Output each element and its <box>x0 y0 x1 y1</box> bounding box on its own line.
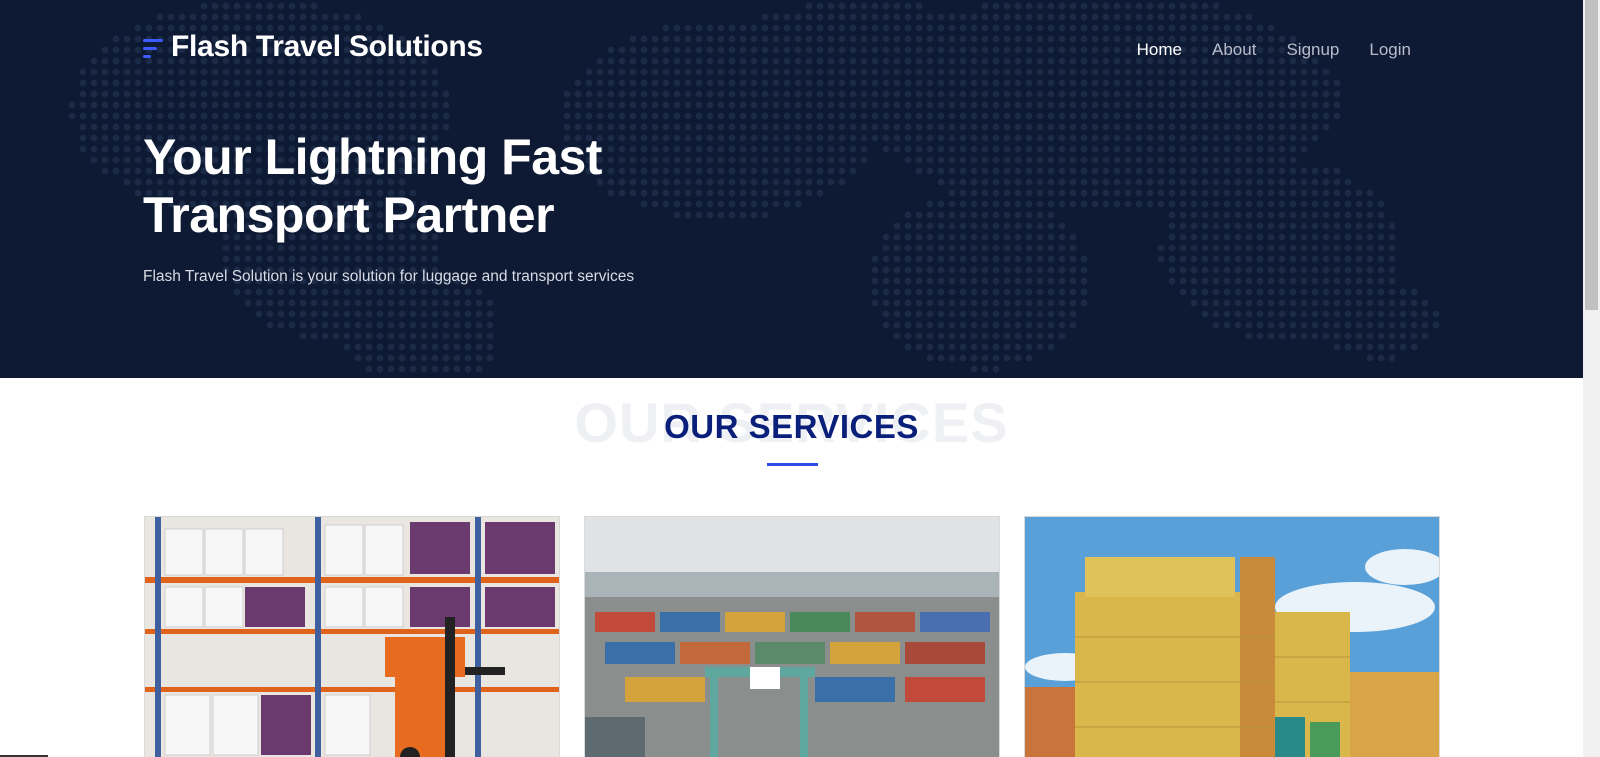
warehouse-forklift-image <box>145 517 559 757</box>
page-scrollbar[interactable] <box>1583 0 1600 757</box>
services-section: OUR SERVICES OUR SERVICES <box>0 378 1583 757</box>
service-card-port[interactable] <box>584 516 1000 757</box>
container-port-image <box>585 517 999 757</box>
hero-subtitle: Flash Travel Solution is your solution f… <box>143 268 635 285</box>
menu-lines-icon <box>143 33 165 61</box>
nav-signup-link[interactable]: Signup <box>1286 40 1339 60</box>
scrollbar-thumb[interactable] <box>1585 0 1598 310</box>
service-card-warehouse[interactable] <box>144 516 560 757</box>
brand-logo[interactable]: Flash Travel Solutions <box>143 30 483 64</box>
main-nav: Home About Signup Login <box>1137 40 1411 60</box>
stacked-containers-image <box>1025 517 1439 757</box>
nav-about-link[interactable]: About <box>1212 40 1256 60</box>
brand-title: Flash Travel Solutions <box>171 30 483 63</box>
nav-home-link[interactable]: Home <box>1137 40 1182 60</box>
hero-heading: Your Lightning Fast Transport Partner <box>143 129 602 243</box>
hero-section: Flash Travel Solutions Home About Signup… <box>0 0 1583 378</box>
page-viewport: Flash Travel Solutions Home About Signup… <box>0 0 1583 757</box>
services-title: OUR SERVICES <box>664 408 919 445</box>
title-underline <box>767 463 818 466</box>
service-card-containers[interactable] <box>1024 516 1440 757</box>
nav-login-link[interactable]: Login <box>1369 40 1411 60</box>
